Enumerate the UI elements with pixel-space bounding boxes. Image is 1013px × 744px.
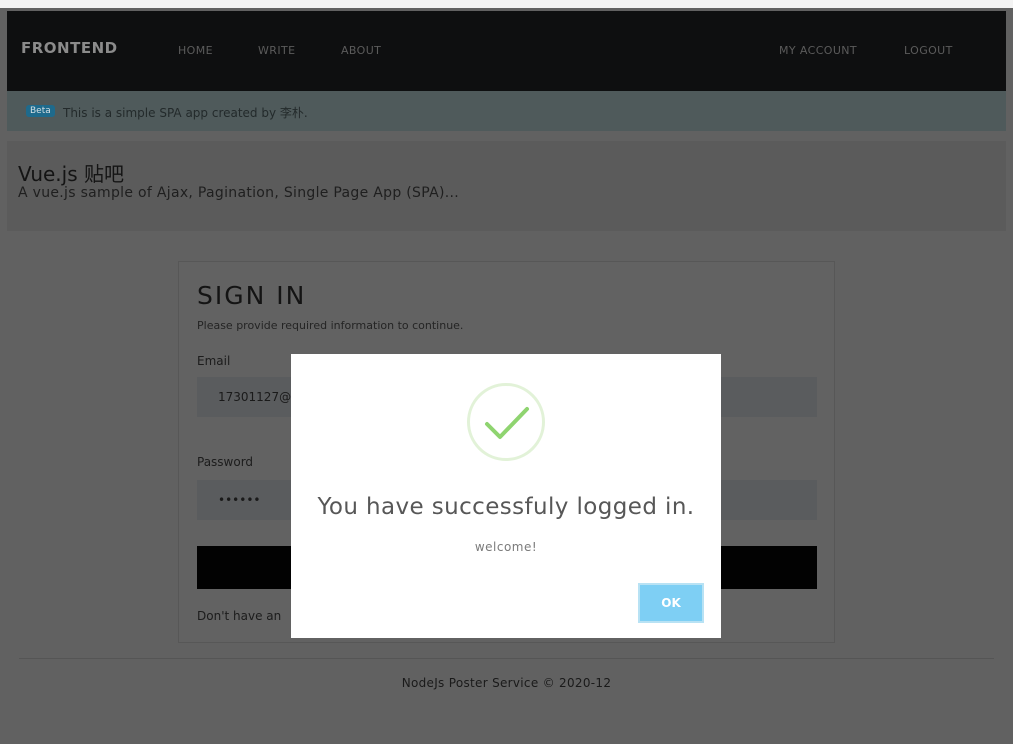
nav-logout[interactable]: LOGOUT [904,44,953,57]
beta-badge: Beta [26,105,55,117]
nav-write[interactable]: WRITE [258,44,295,57]
nav-home[interactable]: HOME [178,44,213,57]
browser-top-strip [0,0,1013,8]
alert-text: This is a simple SPA app created by 李朴. [63,106,308,120]
footer-divider [19,658,994,659]
jumbotron: Vue.js 贴吧 A vue.js sample of Ajax, Pagin… [7,141,1006,231]
email-label: Email [197,354,231,368]
success-modal: You have successfuly logged in. welcome!… [291,354,721,638]
nav-my-account[interactable]: MY ACCOUNT [779,44,857,57]
brand-logo[interactable]: FRONTEND [21,39,118,57]
modal-text: welcome! [474,540,538,554]
navbar: FRONTEND HOME WRITE ABOUT MY ACCOUNT LOG… [7,11,1006,91]
signin-subtitle: Please provide required information to c… [197,319,464,332]
nav-about[interactable]: ABOUT [341,44,381,57]
success-checkmark-icon [467,383,545,461]
modal-title: You have successfuly logged in. [317,494,695,520]
beta-alert: Beta This is a simple SPA app created by… [7,91,1006,131]
signin-title: SIGN IN [197,281,307,310]
signup-prompt: Don't have an [197,609,282,623]
ok-button[interactable]: OK [638,583,704,623]
jumbotron-title: Vue.js 贴吧 [18,162,124,186]
page: FRONTEND HOME WRITE ABOUT MY ACCOUNT LOG… [0,0,1013,744]
password-label: Password [197,455,254,469]
jumbotron-subtitle: A vue.js sample of Ajax, Pagination, Sin… [18,185,459,201]
page-footer: NodeJs Poster Service © 2020-12 [401,676,612,690]
